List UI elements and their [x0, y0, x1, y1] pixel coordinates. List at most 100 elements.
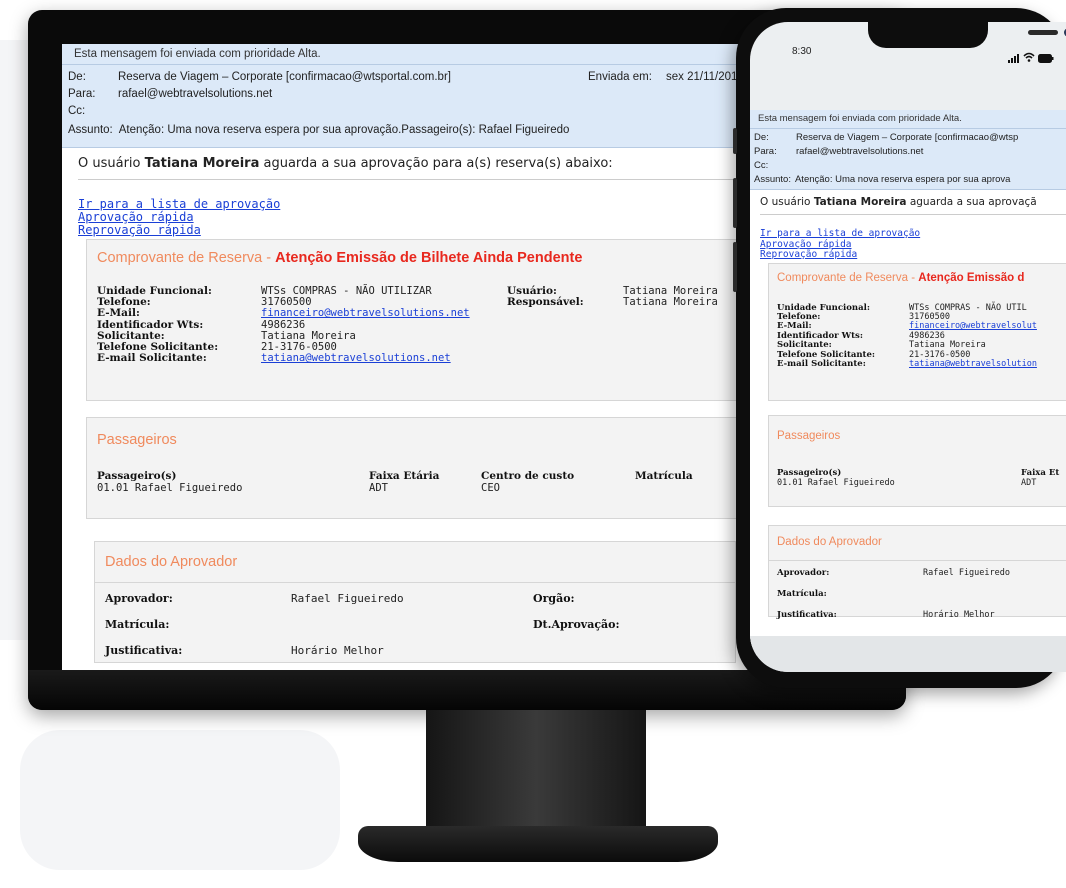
smartphone: 8:30 Esta mensagem foi enviada com prior… [733, 8, 1066, 688]
field-label: E-mail Solicitante: [777, 358, 866, 369]
to-label: Para: [68, 88, 96, 100]
approver-title: Dados do Aprovador [105, 554, 238, 570]
voucher-fields: Unidade Funcional: WTSs COMPRAS - NÃO UTI… [777, 303, 1037, 370]
background-shape [20, 730, 340, 870]
approver-row: Justificativa: Horário Melhor [777, 610, 1066, 631]
quick-reject-link[interactable]: Reprovação rápida [760, 249, 1066, 261]
voucher-box: Comprovante de Reserva - Atenção Emissão… [768, 262, 1066, 401]
table-cell: ADT [369, 482, 388, 494]
approver-fields: Aprovador: Rafael Figueiredo Orgão: Matr… [105, 592, 725, 670]
approver-title: Dados do Aprovador [777, 535, 882, 548]
signal-icon [1008, 48, 1020, 67]
field-value: Horário Melhor [291, 644, 384, 657]
from-label: De: [754, 132, 769, 143]
approver-row: Matrícula: Dt.Aprovação: [105, 618, 725, 644]
approval-list-link[interactable]: Ir para a lista de aprovação [760, 228, 1066, 240]
passengers-table: Passageiro(s) Faixa Et 01.01 Rafael Figu… [777, 468, 1066, 488]
intro-prefix: O usuário [78, 156, 141, 171]
intro-suffix: aguarda a sua aprovação para a(s) reserv… [263, 156, 613, 171]
field-label: Justificativa: [105, 644, 183, 657]
cc-label: Cc: [754, 160, 769, 171]
phone-bottom-bar [750, 636, 1066, 672]
intro-prefix: O usuário [760, 196, 811, 208]
field-value: Tatiana Moreira [623, 296, 718, 309]
to-value[interactable]: rafael@webtravelsolutions.net [118, 86, 272, 103]
monitor-stand [426, 710, 646, 830]
approver-fields: Aprovador: Rafael Figueiredo Matrícula: … [777, 568, 1066, 631]
field-value: Rafael Figueiredo [291, 592, 404, 605]
email-link[interactable]: financeiro@webtravelsolutions.net [261, 308, 470, 319]
intro-user: Tatiana Moreira [144, 156, 260, 171]
voucher-title-text: Comprovante de Reserva [777, 271, 909, 284]
table-cell: ADT [1021, 477, 1037, 488]
field-label: Dt.Aprovação: [533, 618, 620, 631]
subject-value: Atenção: Uma nova reserva espera por sua… [118, 124, 570, 136]
field-value: Rafael Figueiredo [923, 567, 1010, 578]
intro-user: Tatiana Moreira [813, 196, 907, 208]
table-cell: 01.01 Rafael Figueiredo [777, 477, 895, 488]
voucher-alert: Atenção Emissão de Bilhete Ainda Pendent… [275, 250, 583, 266]
wifi-icon [1023, 47, 1035, 66]
monitor-base [358, 826, 718, 862]
sent-value: sex 21/11/201 [666, 71, 738, 83]
priority-notice: Esta mensagem foi enviada com prioridade… [750, 110, 1066, 129]
voucher-right-fields: Usuário: Tatiana Moreira Responsável: Tati… [507, 285, 718, 309]
to-value[interactable]: rafael@webtravelsolutions.net [796, 145, 923, 159]
table-cell: CEO [481, 482, 500, 494]
field-label: E-Mail: [97, 307, 140, 320]
subject-label: Assunto: [68, 124, 113, 136]
approver-row: Aprovador: Rafael Figueiredo [777, 568, 1066, 589]
field-value: Horário Melhor [923, 609, 995, 620]
column-header: Passageiro(s) [777, 467, 842, 478]
column-header: Matrícula [635, 470, 693, 482]
volume-button [733, 178, 737, 228]
subject-label: Assunto: [754, 174, 791, 185]
field-label: E-mail Solicitante: [97, 352, 207, 365]
field-label: Matrícula: [777, 588, 827, 599]
passengers-box: Passageiros Passageiro(s) Faixa Etária C… [86, 417, 738, 519]
volume-button [733, 242, 737, 292]
column-header: Faixa Etária [369, 470, 440, 482]
battery-icon [1038, 48, 1054, 67]
voucher-alert: Atenção Emissão d [918, 271, 1025, 284]
approver-box: Dados do Aprovador Aprovador: Rafael Fig… [768, 524, 1066, 620]
field-label: Aprovador: [105, 592, 173, 605]
table-cell: 01.01 Rafael Figueiredo [97, 482, 243, 494]
from-value[interactable]: Reserva de Viagem – Corporate [confirmac… [796, 131, 1018, 145]
passengers-table: Passageiro(s) Faixa Etária Centro de cus… [97, 470, 727, 494]
approver-row: Aprovador: Rafael Figueiredo Orgão: [105, 592, 725, 618]
cc-label: Cc: [68, 105, 86, 117]
table-row: 01.01 Rafael Figueiredo ADT CEO [97, 482, 727, 494]
volume-button [733, 128, 737, 154]
voucher-separator: - [262, 250, 276, 266]
voucher-title: Comprovante de Reserva - Atenção Emissão… [87, 240, 737, 266]
email-link[interactable]: tatiana@webtravelsolution [909, 359, 1037, 369]
approver-box: Dados do Aprovador Aprovador: Rafael Fig… [94, 541, 736, 663]
field-label: Justificativa: [777, 609, 837, 620]
phone-email-view: 8:30 Esta mensagem foi enviada com prior… [750, 22, 1066, 672]
from-value[interactable]: Reserva de Viagem – Corporate [confirmac… [118, 69, 451, 86]
voucher-box: Comprovante de Reserva - Atenção Emissão… [86, 239, 738, 401]
field-label: Aprovador: [777, 567, 830, 578]
status-bar: 8:30 [750, 22, 1066, 63]
field-label: Orgão: [533, 592, 575, 605]
voucher-title-text: Comprovante de Reserva [97, 250, 263, 266]
table-row: 01.01 Rafael Figueiredo ADT [777, 478, 1066, 488]
field-label: Responsável: [507, 296, 584, 309]
column-header: Centro de custo [481, 470, 575, 482]
intro-suffix: aguarda a sua aprovaçã [909, 196, 1037, 208]
column-header: Passageiro(s) [97, 470, 177, 482]
email-link[interactable]: tatiana@webtravelsolutions.net [261, 353, 451, 364]
sent-label: Enviada em: [588, 71, 652, 83]
intro-text: O usuário Tatiana Moreira aguarda a sua … [760, 196, 1066, 215]
subject-value: Atenção: Uma nova reserva espera por sua… [794, 174, 1011, 185]
voucher-title: Comprovante de Reserva - Atenção Emissão… [769, 264, 1066, 284]
approver-row: Matrícula: [777, 589, 1066, 610]
passengers-title: Passageiros [97, 432, 177, 448]
voucher-separator: - [908, 271, 919, 284]
from-label: De: [68, 71, 86, 83]
voucher-fields: Unidade Funcional: WTSs COMPRAS - NÃO UTI… [97, 285, 470, 365]
status-time: 8:30 [792, 46, 812, 57]
email-header: De: Reserva de Viagem – Corporate [confi… [750, 129, 1066, 189]
approver-row: Justificativa: Horário Melhor [105, 644, 725, 670]
